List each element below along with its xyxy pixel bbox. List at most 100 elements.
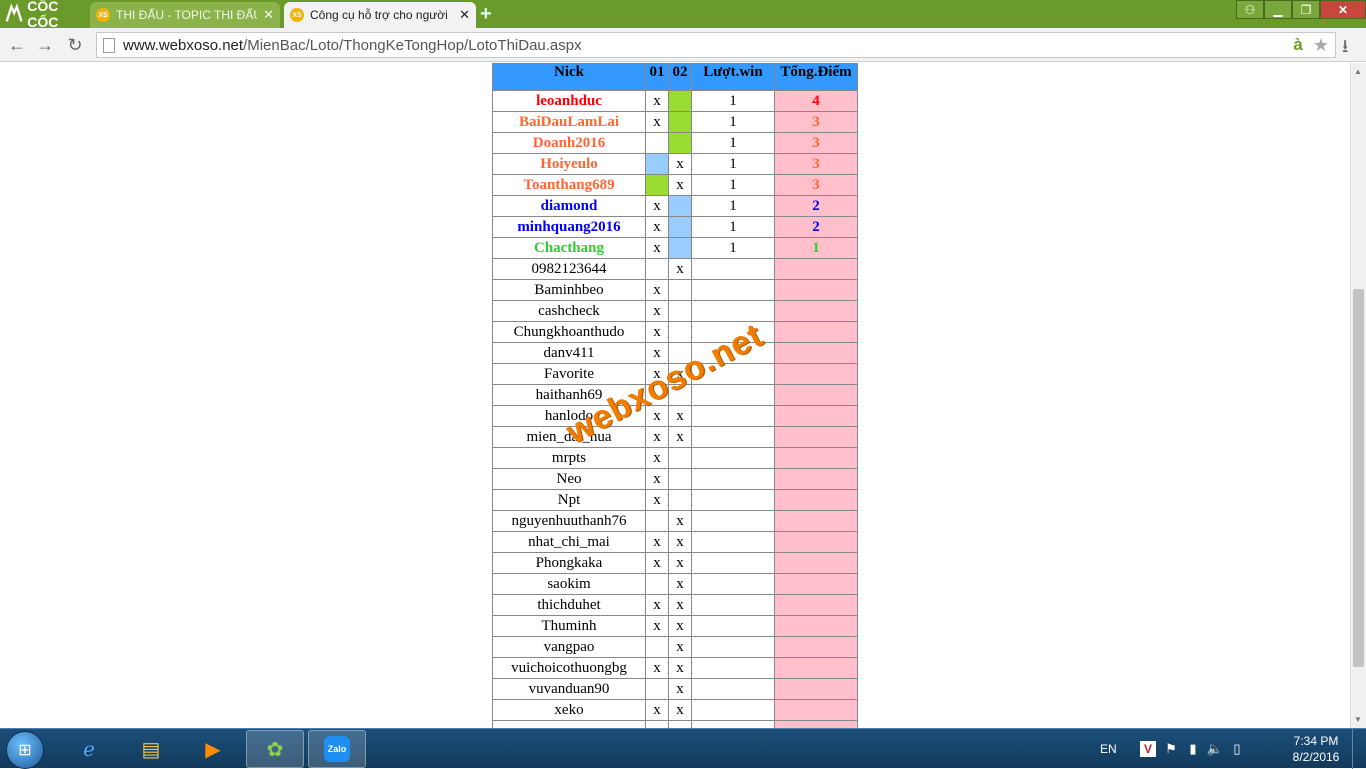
taskbar-clock[interactable]: 7:34 PM 8/2/2016: [1290, 733, 1342, 765]
cell-01: x: [645, 699, 669, 721]
luot-win-cell: [691, 657, 775, 679]
nick-cell: [492, 720, 646, 728]
nick-cell: 0982123644: [492, 258, 646, 280]
bookmark-star-icon[interactable]: ★: [1313, 35, 1329, 56]
tong-diem-cell: [774, 384, 858, 406]
nick-cell: diamond: [492, 195, 646, 217]
cell-01: [645, 573, 669, 595]
tong-diem-cell: 2: [774, 216, 858, 238]
volume-icon[interactable]: 🔈: [1204, 741, 1226, 757]
cell-01: x: [645, 342, 669, 364]
header-luot-win: Lượt.win: [691, 63, 775, 91]
luot-win-cell: [691, 720, 775, 728]
nick-cell: xeko: [492, 699, 646, 721]
table-row: leoanhduc x 1 4: [492, 90, 858, 112]
tab-cong-cu[interactable]: XS Công cụ hỗ trợ cho người ✕: [284, 2, 476, 28]
forward-arrow-icon[interactable]: →: [34, 34, 56, 56]
vietkey-icon[interactable]: V: [1140, 741, 1156, 757]
cell-01: x: [645, 615, 669, 637]
system-tray: EN V ⚑ ▮ 🔈 ▯: [1100, 729, 1248, 769]
luot-win-cell: [691, 300, 775, 322]
nick-cell: vuichoicothuongbg: [492, 657, 646, 679]
language-indicator[interactable]: EN: [1100, 742, 1136, 756]
tab-title: THI ĐẤU - TOPIC THI ĐẤU: [116, 8, 258, 22]
table-row: thichduhet x x: [492, 594, 858, 616]
cell-01: x: [645, 111, 669, 133]
luot-win-cell: [691, 447, 775, 469]
cell-02: [668, 111, 692, 133]
download-icon[interactable]: ⭳: [1342, 34, 1348, 64]
table-row: vuvanduan90 x: [492, 678, 858, 700]
network-signal-icon[interactable]: ▮: [1182, 741, 1204, 757]
vertical-scrollbar[interactable]: ▲ ▼: [1350, 63, 1366, 728]
cell-01: x: [645, 216, 669, 238]
media-player-icon[interactable]: ▶: [184, 730, 242, 768]
cell-01: [645, 636, 669, 658]
coccoc-a-icon[interactable]: à: [1293, 35, 1302, 55]
cell-01: x: [645, 489, 669, 511]
close-tab-icon[interactable]: ✕: [459, 7, 470, 23]
scroll-down-icon[interactable]: ▼: [1354, 715, 1362, 724]
nick-cell: Chungkhoanthudo: [492, 321, 646, 343]
luot-win-cell: 1: [691, 132, 775, 154]
luot-win-cell: 1: [691, 111, 775, 133]
nick-cell: vuvanduan90: [492, 678, 646, 700]
nick-cell: BaiDauLamLai: [492, 111, 646, 133]
clock-time: 7:34 PM: [1293, 734, 1339, 748]
address-bar[interactable]: www.webxoso.net/MienBac/Loto/ThongKeTong…: [96, 32, 1336, 58]
restore-icon[interactable]: ❐: [1292, 0, 1320, 19]
battery-icon[interactable]: ▯: [1226, 741, 1248, 757]
luot-win-cell: [691, 384, 775, 406]
scrollbar-thumb[interactable]: [1353, 289, 1364, 667]
cell-01: x: [645, 300, 669, 322]
tong-diem-cell: 3: [774, 132, 858, 154]
zalo-taskbar-icon[interactable]: Zalo: [308, 730, 366, 768]
cell-01: [645, 678, 669, 700]
luot-win-cell: [691, 489, 775, 511]
table-row: nhat_chi_mai x x: [492, 531, 858, 553]
tong-diem-cell: [774, 594, 858, 616]
table-row: minhquang2016 x 1 2: [492, 216, 858, 238]
tab-bar: CỐC CỐC XS THI ĐẤU - TOPIC THI ĐẤU ✕ XS …: [0, 0, 1366, 30]
user-profile-icon[interactable]: ⚇: [1236, 0, 1264, 19]
url-text[interactable]: www.webxoso.net/MienBac/Loto/ThongKeTong…: [123, 37, 1293, 54]
tab-thi-dau[interactable]: XS THI ĐẤU - TOPIC THI ĐẤU ✕: [90, 2, 280, 28]
new-tab-plus-icon[interactable]: +: [480, 3, 492, 26]
luot-win-cell: 1: [691, 216, 775, 238]
nick-cell: Npt: [492, 489, 646, 511]
file-explorer-icon[interactable]: ▤: [122, 730, 180, 768]
tong-diem-cell: [774, 510, 858, 532]
table-row: Baminhbeo x: [492, 279, 858, 301]
table-row: nguyenhuuthanh76 x: [492, 510, 858, 532]
minimize-icon[interactable]: ▁: [1264, 0, 1292, 19]
close-window-icon[interactable]: ✕: [1320, 0, 1366, 19]
header-tong-diem: Tổng.Điểm: [774, 63, 858, 91]
table-body: leoanhduc x 1 4 BaiDauLamLai x 1 3 Doanh2016 1 3 Ho…: [492, 90, 858, 728]
luot-win-cell: 1: [691, 195, 775, 217]
action-center-flag-icon[interactable]: ⚑: [1160, 741, 1182, 757]
luot-win-cell: [691, 279, 775, 301]
coccoc-taskbar-icon[interactable]: ✿: [246, 730, 304, 768]
tong-diem-cell: [774, 678, 858, 700]
cell-01: [645, 132, 669, 154]
browser-toolbar: ← → ↻ www.webxoso.net/MienBac/Loto/Thong…: [0, 28, 1366, 62]
show-desktop-button[interactable]: [1352, 729, 1366, 769]
start-button[interactable]: ⊞: [6, 731, 44, 769]
cell-02: [668, 90, 692, 112]
internet-explorer-icon[interactable]: ℯ: [60, 730, 118, 768]
page-viewport: Nick 01 02 Lượt.win Tổng.Điểm leoanhduc x…: [0, 63, 1350, 728]
close-tab-icon[interactable]: ✕: [263, 7, 274, 23]
scroll-up-icon[interactable]: ▲: [1354, 67, 1362, 76]
nick-cell: danv411: [492, 342, 646, 364]
tong-diem-cell: 3: [774, 174, 858, 196]
luot-win-cell: 1: [691, 174, 775, 196]
nick-cell: leoanhduc: [492, 90, 646, 112]
cell-02: x: [668, 405, 692, 427]
cell-02: [668, 720, 692, 728]
cell-02: x: [668, 594, 692, 616]
reload-icon[interactable]: ↻: [64, 34, 86, 56]
back-arrow-icon[interactable]: ←: [6, 34, 28, 56]
coccoc-logo[interactable]: CỐC CỐC: [0, 0, 88, 30]
table-row: vuichoicothuongbg x x: [492, 657, 858, 679]
table-row: Npt x: [492, 489, 858, 511]
